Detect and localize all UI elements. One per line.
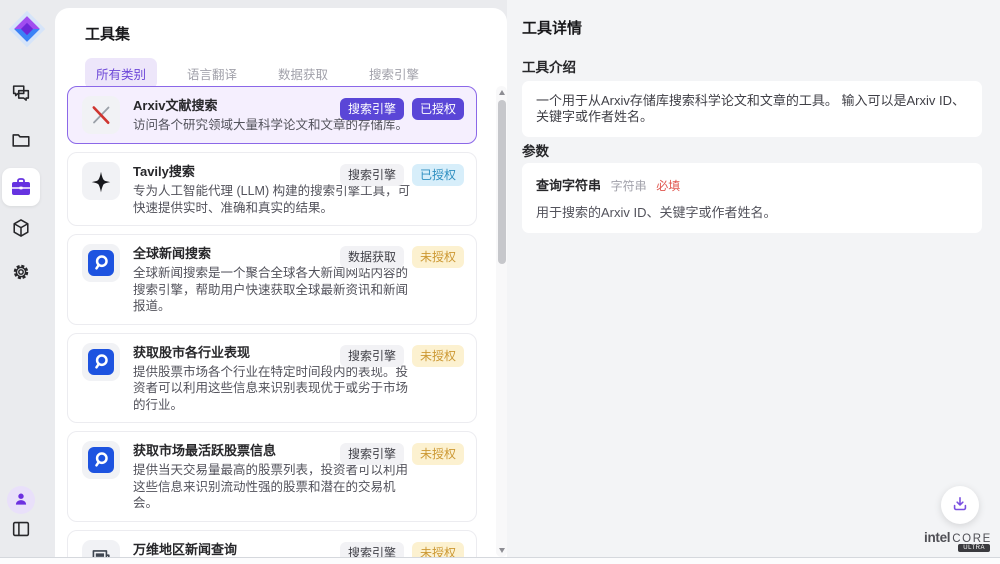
tool-card[interactable]: Arxiv文献搜索 访问各个研究领域大量科学论文和文章的存储库。 搜索引擎 已授… xyxy=(67,86,477,144)
cube-icon xyxy=(10,217,32,239)
tool-card[interactable]: 全球新闻搜索 全球新闻搜索是一个聚合全球各大新闻网站内容的搜索引擎，帮助用户快速… xyxy=(67,234,477,325)
tool-card-list: Arxiv文献搜索 访问各个研究领域大量科学论文和文章的存储库。 搜索引擎 已授… xyxy=(67,86,485,557)
tab-search-engine[interactable]: 搜索引擎 xyxy=(358,58,430,89)
tool-card[interactable]: 获取股市各行业表现 提供股票市场各个行业在特定时间段内的表现。投资者可以利用这些… xyxy=(67,333,477,424)
auth-status-badge: 未授权 xyxy=(412,443,464,465)
user-icon xyxy=(12,490,30,511)
scrollbar-thumb[interactable] xyxy=(498,100,506,264)
param-name: 查询字符串 xyxy=(536,178,601,193)
tool-card-description: 专为人工智能代理 (LLM) 构建的搜索引擎工具，可快速提供实时、准确和真实的结… xyxy=(133,183,415,216)
blue-search-icon xyxy=(82,343,120,381)
auth-status-badge: 未授权 xyxy=(412,542,464,558)
nav-tools-button[interactable] xyxy=(2,168,40,206)
tab-data-fetch[interactable]: 数据获取 xyxy=(267,58,339,89)
category-badge: 搜索引擎 xyxy=(340,542,404,558)
nav-settings-button[interactable] xyxy=(5,256,37,288)
category-badge: 搜索引擎 xyxy=(340,98,404,120)
nav-chat-button[interactable] xyxy=(5,77,37,109)
intro-text-box: 一个用于从Arxiv存储库搜索科学论文和文章的工具。 输入可以是Arxiv ID… xyxy=(522,81,982,137)
auth-status-badge: 未授权 xyxy=(412,246,464,268)
settings-gear-icon xyxy=(10,261,32,283)
star-icon xyxy=(82,162,120,200)
category-tabs: 所有类别 语言翻译 数据获取 搜索引擎 xyxy=(85,58,430,89)
param-type: 字符串 xyxy=(611,179,647,193)
param-description: 用于搜索的Arxiv ID、关键字或作者姓名。 xyxy=(536,202,968,221)
app-logo-icon xyxy=(8,10,46,48)
arxiv-icon xyxy=(82,96,120,134)
tool-card-description: 提供当天交易量最高的股票列表，投资者可以利用这些信息来识别流动性强的股票和潜在的… xyxy=(133,462,415,512)
auth-status-badge: 已授权 xyxy=(412,164,464,186)
intel-core-logo: intelcore ultra xyxy=(924,529,994,547)
download-icon xyxy=(950,494,970,517)
tab-all-categories[interactable]: 所有类别 xyxy=(85,58,157,89)
params-heading: 参数 xyxy=(522,140,549,160)
list-scrollbar[interactable] xyxy=(496,86,507,557)
app-window: 工具集 所有类别 语言翻译 数据获取 搜索引擎 Arxiv文献搜索 访问各个研究… xyxy=(0,0,1000,563)
details-title: 工具详情 xyxy=(522,17,582,38)
ultra-badge: ultra xyxy=(958,544,990,552)
auth-status-badge: 已授权 xyxy=(412,98,464,120)
chat-icon xyxy=(10,82,32,104)
toolset-panel: 工具集 所有类别 语言翻译 数据获取 搜索引擎 Arxiv文献搜索 访问各个研究… xyxy=(55,8,507,557)
tool-card-description: 提供股票市场各个行业在特定时间段内的表现。投资者可以利用这些信息来识别表现优于或… xyxy=(133,364,415,414)
tool-card[interactable]: 获取市场最活跃股票信息 提供当天交易量最高的股票列表，投资者可以利用这些信息来识… xyxy=(67,431,477,522)
page-title: 工具集 xyxy=(85,23,130,44)
scroll-up-icon[interactable] xyxy=(499,90,505,95)
param-card: 查询字符串 字符串 必填 用于搜索的Arxiv ID、关键字或作者姓名。 xyxy=(522,163,982,233)
tab-language-translation[interactable]: 语言翻译 xyxy=(176,58,248,89)
blue-search-icon xyxy=(82,244,120,282)
newspaper-icon xyxy=(82,540,120,558)
tool-card[interactable]: Tavily搜索 专为人工智能代理 (LLM) 构建的搜索引擎工具，可快速提供实… xyxy=(67,152,477,226)
blue-search-icon xyxy=(82,441,120,479)
panel-toggle-icon xyxy=(10,518,32,540)
left-rail xyxy=(0,0,55,557)
nav-models-button[interactable] xyxy=(5,212,37,244)
category-badge: 数据获取 xyxy=(340,246,404,268)
panel-toggle-button[interactable] xyxy=(5,513,37,545)
param-required-badge: 必填 xyxy=(656,179,680,193)
category-badge: 搜索引擎 xyxy=(340,164,404,186)
tool-card-description: 全球新闻搜索是一个聚合全球各大新闻网站内容的搜索引擎，帮助用户快速获取全球最新资… xyxy=(133,265,415,315)
download-button[interactable] xyxy=(941,486,979,524)
tool-details-panel: 工具详情 工具介绍 一个用于从Arxiv存储库搜索科学论文和文章的工具。 输入可… xyxy=(507,0,1000,557)
tool-card[interactable]: 万维地区新闻查询 查询具体行政区划内的新闻，快速了解各地新闻动 搜索引擎 未授权 xyxy=(67,530,477,558)
nav-files-button[interactable] xyxy=(5,124,37,156)
scroll-down-icon[interactable] xyxy=(499,548,505,553)
auth-status-badge: 未授权 xyxy=(412,345,464,367)
user-avatar[interactable] xyxy=(7,486,35,514)
category-badge: 搜索引擎 xyxy=(340,443,404,465)
folder-icon xyxy=(10,129,32,151)
category-badge: 搜索引擎 xyxy=(340,345,404,367)
intro-heading: 工具介绍 xyxy=(522,56,576,76)
toolbox-icon xyxy=(9,175,33,199)
